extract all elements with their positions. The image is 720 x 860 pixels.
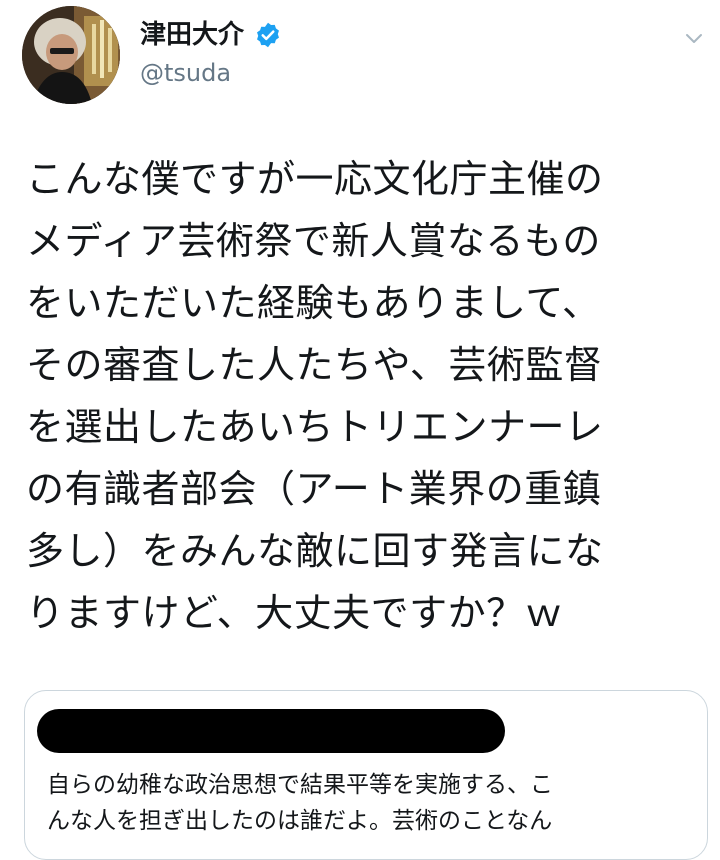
redacted-author-bar: [37, 709, 505, 753]
display-name[interactable]: 津田大介: [140, 18, 244, 52]
quoted-tweet-text-line: んな人を担ぎ出したのは誰だよ。芸術のことなん: [47, 808, 553, 834]
tweet-text-line: メディア芸術祭で新人賞なるもの: [26, 219, 601, 263]
verified-badge-icon: [254, 21, 282, 49]
tweet-card: 津田大介 @tsuda こんな僕ですが一応文化庁主催の メディア芸術祭で新人賞な…: [0, 0, 720, 860]
tweet-text-line: を選出したあいちトリエンナーレ: [26, 405, 604, 449]
avatar[interactable]: [22, 6, 120, 104]
quoted-tweet-text-line: 自らの幼稚な政治思想で結果平等を実施する、こ: [47, 772, 553, 798]
quoted-tweet-text: 自らの幼稚な政治思想で結果平等を実施する、こ んな人を担ぎ出したのは誰だよ。芸術…: [47, 767, 697, 839]
tweet-text-line: 多し）をみんな敵に回す発言にな: [26, 529, 604, 573]
chevron-down-icon[interactable]: [682, 26, 706, 50]
tweet-text-line: をいただいた経験もありまして、: [26, 281, 601, 325]
tweet-text-line: りますけど、大丈夫ですか？ｗ: [26, 591, 564, 635]
quoted-tweet[interactable]: 自らの幼稚な政治思想で結果平等を実施する、こ んな人を担ぎ出したのは誰だよ。芸術…: [24, 690, 708, 860]
author-block: 津田大介 @tsuda: [140, 18, 282, 88]
tweet-text-line: の有識者部会（アート業界の重鎮: [26, 467, 602, 511]
tweet-text: こんな僕ですが一応文化庁主催の メディア芸術祭で新人賞なるもの をいただいた経験…: [26, 148, 706, 644]
author-name-row: 津田大介: [140, 18, 282, 52]
avatar-image: [22, 6, 120, 104]
user-handle[interactable]: @tsuda: [140, 58, 282, 88]
tweet-text-line: その審査した人たちや、芸術監督: [26, 343, 603, 387]
tweet-text-line: こんな僕ですが一応文化庁主催の: [26, 157, 604, 201]
